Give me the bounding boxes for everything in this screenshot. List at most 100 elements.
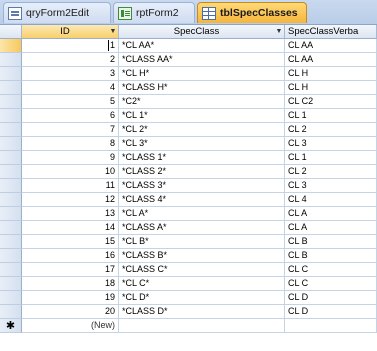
table-row[interactable]: 8 *CL 3* CL 3 (22, 137, 377, 151)
cell-specclassverba[interactable]: CL H (285, 81, 377, 95)
cell-specclassverba[interactable]: CL AA (285, 39, 377, 53)
cell-id[interactable]: 17 (22, 263, 119, 277)
cell-specclassverba[interactable]: CL 3 (285, 137, 377, 151)
table-row[interactable]: 10 *CLASS 2* CL 2 (22, 165, 377, 179)
cell-specclassverba[interactable]: CL D (285, 291, 377, 305)
table-row[interactable]: 17 *CLASS C* CL C (22, 263, 377, 277)
record-selector[interactable] (0, 151, 22, 165)
record-selector[interactable] (0, 235, 22, 249)
cell-id-new[interactable]: (New) (22, 319, 119, 333)
cell-specclass[interactable]: *C2* (119, 95, 285, 109)
cell-specclass-new[interactable] (119, 319, 285, 333)
table-row[interactable]: 14 *CLASS A* CL A (22, 221, 377, 235)
cell-specclassverba[interactable]: CL 1 (285, 151, 377, 165)
record-selector[interactable] (0, 221, 22, 235)
cell-specclassverba[interactable]: CL 2 (285, 165, 377, 179)
cell-specclass[interactable]: *CL 1* (119, 109, 285, 123)
table-row[interactable]: 19 *CL D* CL D (22, 291, 377, 305)
cell-specclass[interactable]: *CLASS D* (119, 305, 285, 319)
table-row[interactable]: 11 *CLASS 3* CL 3 (22, 179, 377, 193)
column-header-specclassverba[interactable]: SpecClassVerba (285, 25, 377, 39)
cell-specclass[interactable]: *CLASS C* (119, 263, 285, 277)
record-selector[interactable] (0, 95, 22, 109)
cell-specclassverba[interactable]: CL 4 (285, 193, 377, 207)
table-row[interactable]: 20 *CLASS D* CL D (22, 305, 377, 319)
record-selector[interactable] (0, 81, 22, 95)
table-row[interactable]: 15 *CL B* CL B (22, 235, 377, 249)
tab-rptform2[interactable]: rptForm2 (113, 2, 195, 23)
cell-specclassverba[interactable]: CL A (285, 221, 377, 235)
cell-id[interactable]: 7 (22, 123, 119, 137)
cell-id[interactable]: 8 (22, 137, 119, 151)
cell-specclassverba[interactable]: CL C2 (285, 95, 377, 109)
cell-id[interactable]: 2 (22, 53, 119, 67)
cell-id[interactable]: 10 (22, 165, 119, 179)
record-selector[interactable] (0, 249, 22, 263)
cell-id[interactable]: 6 (22, 109, 119, 123)
sort-filter-dropdown-icon[interactable]: ▼ (274, 28, 284, 35)
table-row[interactable]: 5 *C2* CL C2 (22, 95, 377, 109)
table-row[interactable]: 2 *CLASS AA* CL AA (22, 53, 377, 67)
cell-id[interactable]: 4 (22, 81, 119, 95)
cell-specclass[interactable]: *CLASS 1* (119, 151, 285, 165)
cell-id[interactable]: 19 (22, 291, 119, 305)
cell-specclassverba[interactable]: CL 2 (285, 123, 377, 137)
table-row[interactable]: 4 *CLASS H* CL H (22, 81, 377, 95)
cell-specclassverba[interactable]: CL 3 (285, 179, 377, 193)
cell-specclass[interactable]: *CL B* (119, 235, 285, 249)
record-selector[interactable] (0, 305, 22, 319)
cell-specclass[interactable]: *CL C* (119, 277, 285, 291)
table-row[interactable]: 16 *CLASS B* CL B (22, 249, 377, 263)
record-selector[interactable] (0, 137, 22, 151)
cell-id[interactable]: 5 (22, 95, 119, 109)
cell-specclassverba[interactable]: CL C (285, 263, 377, 277)
cell-id[interactable]: 14 (22, 221, 119, 235)
cell-specclass[interactable]: *CL D* (119, 291, 285, 305)
table-row[interactable]: 18 *CL C* CL C (22, 277, 377, 291)
cell-specclass[interactable]: *CLASS AA* (119, 53, 285, 67)
cell-specclass[interactable]: *CL 2* (119, 123, 285, 137)
cell-id[interactable]: 1 (22, 39, 119, 53)
cell-specclassverba[interactable]: CL B (285, 249, 377, 263)
table-row[interactable]: 6 *CL 1* CL 1 (22, 109, 377, 123)
record-selector[interactable] (0, 291, 22, 305)
record-selector[interactable] (0, 67, 22, 81)
record-selector[interactable] (0, 53, 22, 67)
record-selector[interactable] (0, 109, 22, 123)
cell-id[interactable]: 16 (22, 249, 119, 263)
cell-specclass[interactable]: *CL 3* (119, 137, 285, 151)
cell-id[interactable]: 9 (22, 151, 119, 165)
column-header-id[interactable]: ID ▼ (22, 25, 119, 39)
cell-specclassverba[interactable]: CL D (285, 305, 377, 319)
table-row[interactable]: 1 *CL AA* CL AA (22, 39, 377, 53)
cell-specclassverba[interactable]: CL B (285, 235, 377, 249)
cell-specclassverba[interactable]: CL AA (285, 53, 377, 67)
table-row[interactable]: 7 *CL 2* CL 2 (22, 123, 377, 137)
record-selector[interactable] (0, 123, 22, 137)
cell-specclass[interactable]: *CLASS A* (119, 221, 285, 235)
cell-specclassverba-new[interactable] (285, 319, 377, 333)
cell-id[interactable]: 3 (22, 67, 119, 81)
cell-specclass[interactable]: *CLASS B* (119, 249, 285, 263)
sort-filter-dropdown-icon[interactable]: ▼ (108, 28, 118, 35)
column-header-specclass[interactable]: SpecClass ▼ (119, 25, 285, 39)
record-selector[interactable] (0, 193, 22, 207)
record-selector[interactable] (0, 263, 22, 277)
cell-id[interactable]: 20 (22, 305, 119, 319)
cell-specclass[interactable]: *CLASS H* (119, 81, 285, 95)
new-record-row[interactable]: (New) (22, 319, 377, 333)
tab-tblspecclasses[interactable]: tblSpecClasses (197, 2, 307, 23)
table-row[interactable]: 12 *CLASS 4* CL 4 (22, 193, 377, 207)
cell-specclassverba[interactable]: CL A (285, 207, 377, 221)
tab-qryform2edit[interactable]: qryForm2Edit (3, 2, 111, 23)
cell-specclassverba[interactable]: CL 1 (285, 109, 377, 123)
new-record-selector[interactable]: ✱ (0, 319, 22, 333)
record-selector[interactable] (0, 207, 22, 221)
cell-specclass[interactable]: *CLASS 3* (119, 179, 285, 193)
select-all-corner[interactable] (0, 25, 22, 39)
cell-specclass[interactable]: *CLASS 2* (119, 165, 285, 179)
cell-id[interactable]: 18 (22, 277, 119, 291)
cell-id[interactable]: 12 (22, 193, 119, 207)
cell-specclass[interactable]: *CL AA* (119, 39, 285, 53)
cell-specclass[interactable]: *CLASS 4* (119, 193, 285, 207)
